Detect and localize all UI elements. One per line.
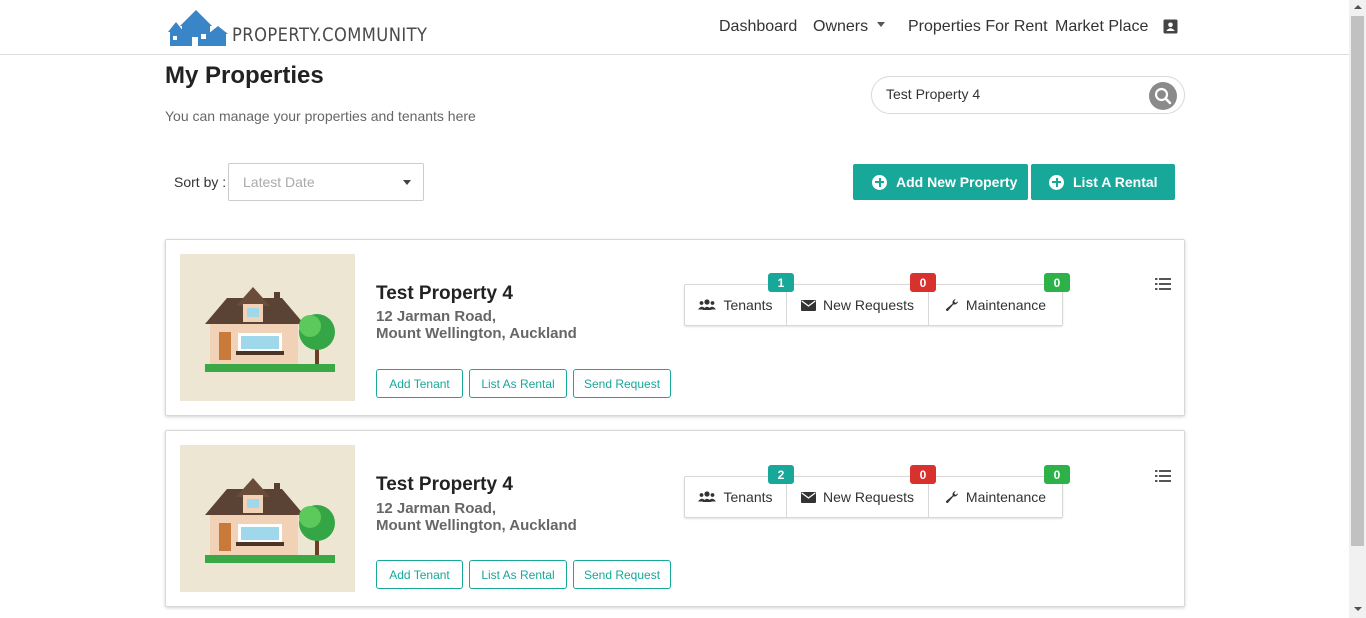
envelope-icon (800, 491, 816, 503)
add-tenant-button[interactable]: Add Tenant (376, 369, 463, 398)
brand-logo[interactable]: PROPERTY.COMMUNITY (168, 4, 459, 48)
sort-label: Sort by : (174, 174, 227, 190)
new-requests-count-badge: 0 (910, 273, 936, 292)
maintenance-label: Maintenance (965, 489, 1047, 505)
property-name[interactable]: Test Property 4 (376, 474, 513, 496)
property-card: Test Property 4 12 Jarman Road, Mount We… (165, 430, 1185, 607)
list-a-rental-label: List A Rental (1073, 174, 1158, 190)
list-menu-icon[interactable] (1155, 469, 1171, 483)
search-icon (1154, 87, 1172, 105)
property-stats: Tenants New Requests Maintenance 2 0 0 (684, 465, 1070, 518)
house-illustration (205, 287, 335, 372)
contact-card-icon[interactable] (1163, 19, 1178, 34)
tenants-count-badge: 1 (768, 273, 794, 292)
nav-owners[interactable]: Owners (813, 18, 886, 36)
nav-owners-label: Owners (813, 18, 869, 35)
page-subtitle: You can manage your properties and tenan… (165, 108, 476, 124)
scroll-down-arrow-icon[interactable] (1354, 607, 1362, 611)
property-image[interactable] (180, 445, 355, 592)
list-menu-icon[interactable] (1155, 277, 1171, 291)
property-image[interactable] (180, 254, 355, 401)
maintenance-stat[interactable]: Maintenance (928, 477, 1062, 517)
property-address-line2: Mount Wellington, Auckland (376, 325, 577, 342)
property-stats: Tenants New Requests Maintenance 1 0 0 (684, 273, 1070, 326)
page-title: My Properties (165, 62, 324, 89)
vertical-scrollbar[interactable] (1349, 0, 1366, 618)
top-navbar: PROPERTY.COMMUNITY Dashboard Owners Prop… (0, 0, 1349, 55)
new-requests-stat[interactable]: New Requests (786, 477, 928, 517)
wrench-icon (945, 299, 958, 312)
search-input[interactable] (886, 86, 1136, 102)
add-new-property-label: Add New Property (896, 174, 1018, 190)
scroll-up-arrow-icon[interactable] (1354, 5, 1362, 9)
new-requests-label: New Requests (822, 489, 915, 505)
add-tenant-button[interactable]: Add Tenant (376, 560, 463, 589)
users-icon (698, 299, 717, 310)
plus-circle-icon (872, 174, 887, 190)
property-address-line1: 12 Jarman Road, (376, 500, 497, 517)
add-new-property-button[interactable]: Add New Property (853, 164, 1028, 200)
search-box (871, 76, 1185, 114)
maintenance-stat[interactable]: Maintenance (928, 285, 1062, 325)
plus-circle-icon (1049, 174, 1064, 190)
list-as-rental-button[interactable]: List As Rental (469, 369, 567, 398)
send-request-button[interactable]: Send Request (573, 560, 671, 589)
chevron-down-icon (403, 180, 411, 185)
envelope-icon (800, 299, 816, 311)
nav-market-place[interactable]: Market Place (1055, 18, 1148, 36)
search-button[interactable] (1149, 82, 1177, 110)
page: PROPERTY.COMMUNITY Dashboard Owners Prop… (0, 0, 1366, 618)
house-logo-icon (168, 10, 228, 46)
new-requests-count-badge: 0 (910, 465, 936, 484)
sort-selected-value: Latest Date (243, 174, 315, 190)
nav-properties-for-rent[interactable]: Properties For Rent (908, 18, 1048, 36)
brand-name: PROPERTY.COMMUNITY (232, 24, 428, 46)
sort-select[interactable]: Latest Date (228, 163, 424, 201)
property-name[interactable]: Test Property 4 (376, 283, 513, 305)
maintenance-label: Maintenance (965, 297, 1047, 313)
property-address-line2: Mount Wellington, Auckland (376, 517, 577, 534)
new-requests-stat[interactable]: New Requests (786, 285, 928, 325)
tenants-label: Tenants (723, 297, 773, 313)
new-requests-label: New Requests (822, 297, 915, 313)
wrench-icon (945, 491, 958, 504)
list-a-rental-button[interactable]: List A Rental (1031, 164, 1175, 200)
chevron-down-icon (877, 22, 886, 28)
property-address-line1: 12 Jarman Road, (376, 308, 497, 325)
property-card: Test Property 4 12 Jarman Road, Mount We… (165, 239, 1185, 416)
list-as-rental-button[interactable]: List As Rental (469, 560, 567, 589)
maintenance-count-badge: 0 (1044, 465, 1070, 484)
tenants-label: Tenants (723, 489, 773, 505)
users-icon (698, 491, 717, 502)
nav-dashboard[interactable]: Dashboard (719, 18, 797, 36)
tenants-count-badge: 2 (768, 465, 794, 484)
send-request-button[interactable]: Send Request (573, 369, 671, 398)
scrollbar-thumb[interactable] (1351, 16, 1364, 546)
maintenance-count-badge: 0 (1044, 273, 1070, 292)
house-illustration (205, 478, 335, 563)
